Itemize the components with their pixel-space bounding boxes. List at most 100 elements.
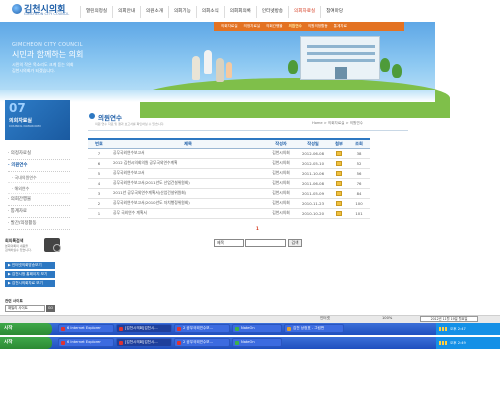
row-title-link[interactable]: 공무국외연수보고서 bbox=[110, 148, 266, 159]
table-row[interactable]: 2 공무국외연수보고서(2010년도 자치행정위원회) 김천시의회 2010-1… bbox=[88, 198, 370, 209]
row-title-link[interactable]: 공무국외연수보고서(2011년도 산업건설위원회) bbox=[110, 178, 266, 189]
row-author: 김천시의회 bbox=[266, 148, 296, 159]
subnav-item[interactable]: 의회자료실 bbox=[218, 24, 241, 29]
search-button[interactable]: 검색 bbox=[288, 239, 302, 247]
row-number: 1 bbox=[88, 208, 110, 219]
taskbar-button-active[interactable]: [김천시의회]김천시... bbox=[116, 324, 172, 333]
tray-icons[interactable] bbox=[439, 341, 448, 345]
sidebar-item[interactable]: · 발간/의정활동 bbox=[8, 218, 70, 230]
taskbar-button-active[interactable]: [김천시의회]김천시... bbox=[116, 338, 172, 347]
sidebar-menu: · 의정자료실 · 의원연수 · 국내의원연수 · 해외연수 · 의회간행물 ·… bbox=[8, 148, 70, 230]
subnav-item[interactable]: 의원의정활동 bbox=[305, 24, 331, 29]
nav-item[interactable]: 의회기능 bbox=[167, 6, 196, 18]
attachment-icon[interactable] bbox=[336, 180, 342, 186]
attachment-icon[interactable] bbox=[336, 200, 342, 206]
nav-item[interactable]: 참여마당 bbox=[320, 6, 348, 18]
taskbar-button-label: 김천 상정표 - 그림판 bbox=[293, 326, 325, 330]
row-date: 2011-05-09 bbox=[296, 188, 330, 199]
row-author: 김천시의회 bbox=[266, 158, 296, 169]
row-title-link[interactable]: 공무 국외연수 계획서 bbox=[110, 208, 266, 219]
attachment-icon[interactable] bbox=[336, 170, 342, 176]
taskbar-button[interactable]: 6 Internet Explorer bbox=[58, 324, 114, 333]
subnav-item[interactable]: 의정자료실 bbox=[241, 24, 264, 29]
subnav-item[interactable]: 의회간행물 bbox=[263, 24, 286, 29]
subnav-item-active[interactable]: 의원연수 bbox=[286, 24, 305, 29]
table-row[interactable]: 4 공무국외연수보고서(2011년도 산업건설위원회) 김천시의회 2011-0… bbox=[88, 178, 370, 189]
sidebar-item[interactable]: · 통계자료 bbox=[8, 206, 70, 218]
row-author: 김천시의회 bbox=[266, 208, 296, 219]
row-title-link[interactable]: 공무국외연수보고서 bbox=[110, 168, 266, 179]
start-button[interactable]: 시작 bbox=[0, 323, 52, 335]
council-logo-icon[interactable] bbox=[12, 4, 22, 14]
table-row[interactable]: 6 2012 김천시의회의원 공무국외연수계획 김천시의회 2012-05-10… bbox=[88, 158, 370, 169]
table-row[interactable]: 3 2011년 공무국외연수계획서(산업건설위원회) 김천시의회 2011-05… bbox=[88, 188, 370, 199]
city-homepage-button[interactable]: ▶ 김천시청 홈페이지 보기 bbox=[5, 271, 55, 278]
tray-clock[interactable]: 오후 2:47 bbox=[450, 327, 466, 331]
sidebar-subitem[interactable]: · 해외연수 bbox=[8, 183, 70, 194]
row-number: 5 bbox=[88, 168, 110, 179]
family-site-go-button[interactable]: GO bbox=[46, 305, 55, 312]
table-row[interactable]: 7 공무국외연수보고서 김천시의회 2012-06-08 38 bbox=[88, 148, 370, 159]
nav-item[interactable]: 의회소식 bbox=[195, 6, 224, 18]
row-title-link[interactable]: 2012 김천시의회의원 공무국외연수계획 bbox=[110, 158, 266, 169]
taskbar-button[interactable]: NateOn bbox=[232, 338, 282, 347]
site-logo-subtitle: GIMCHEON CITY COUNCIL bbox=[24, 12, 70, 16]
nav-item[interactable]: 열린의정실 bbox=[80, 6, 112, 18]
minutes-search-desc: 검색하실수 있습니다. bbox=[5, 248, 32, 252]
nav-item[interactable]: 의회안내 bbox=[112, 6, 140, 18]
sidebar-subitem[interactable]: · 국내의원연수 bbox=[8, 172, 70, 183]
breadcrumb: Home > 의회자료실 > 의원연수 bbox=[312, 121, 363, 125]
training-list-table: 번호 제목 작성자 작성일 첨부 조회 7 공무국외연수보고서 김천시의회 20… bbox=[88, 138, 370, 219]
column-header: 작성자 bbox=[266, 138, 296, 149]
attachment-icon[interactable] bbox=[336, 150, 342, 156]
nav-item[interactable]: 의회회의록 bbox=[223, 6, 256, 18]
sidebar-item[interactable]: · 의회간행물 bbox=[8, 194, 70, 206]
taskbar-button[interactable]: 6 Internet Explorer bbox=[58, 338, 114, 347]
taskbar-button[interactable]: 2 공무국외연수보... bbox=[174, 338, 230, 347]
row-date: 2012-05-10 bbox=[296, 158, 330, 169]
taskbar-button[interactable]: NateOn bbox=[232, 324, 282, 333]
attachment-cell bbox=[330, 198, 348, 209]
nav-item[interactable]: 인터넷방송 bbox=[255, 6, 288, 18]
table-header-row: 번호 제목 작성자 작성일 첨부 조회 bbox=[88, 138, 370, 149]
main-navigation: 열린의정실 의회안내 의원소개 의회기능 의회소식 의회회의록 인터넷방송 의회… bbox=[80, 6, 348, 18]
ie-icon bbox=[61, 341, 65, 345]
nav-item[interactable]: 의원소개 bbox=[140, 6, 168, 18]
row-views: 38 bbox=[348, 148, 370, 159]
zoom-level[interactable]: 100% bbox=[382, 316, 392, 320]
internet-broadcast-button[interactable]: ▶ 인터넷의회방송보기 bbox=[5, 262, 55, 269]
attachment-cell bbox=[330, 148, 348, 159]
magnifier-icon[interactable] bbox=[44, 238, 61, 252]
council-data-button[interactable]: ▶ 김천시의회자료 보기 bbox=[5, 280, 55, 287]
sidebar-item-active[interactable]: · 의원연수 bbox=[8, 160, 70, 172]
sidebar-item[interactable]: · 의정자료실 bbox=[8, 148, 70, 160]
taskbar-button[interactable]: 2 공무국외연수보... bbox=[174, 324, 230, 333]
row-date: 2011-06-08 bbox=[296, 178, 330, 189]
row-title-link[interactable]: 2011년 공무국외연수계획서(산업건설위원회) bbox=[110, 188, 266, 199]
row-number: 2 bbox=[88, 198, 110, 209]
taskbar-button[interactable]: 김천 상정표 - 그림판 bbox=[284, 324, 344, 333]
attachment-icon[interactable] bbox=[336, 190, 342, 196]
table-row[interactable]: 1 공무 국외연수 계획서 김천시의회 2010-10-20 101 bbox=[88, 208, 370, 219]
table-row[interactable]: 5 공무국외연수보고서 김천시의회 2011-10-06 56 bbox=[88, 168, 370, 179]
attachment-cell bbox=[330, 188, 348, 199]
subnav-item[interactable]: 통계자료 bbox=[331, 24, 350, 29]
nav-item-active[interactable]: 의회자료실 bbox=[288, 6, 320, 18]
tray-icons[interactable] bbox=[439, 327, 448, 331]
taskbar-button-label: NateOn bbox=[241, 326, 255, 330]
attachment-icon[interactable] bbox=[336, 160, 342, 166]
search-input[interactable] bbox=[245, 239, 286, 247]
start-button[interactable]: 시작 bbox=[0, 337, 52, 349]
attachment-cell bbox=[330, 158, 348, 169]
pagination-current-page[interactable]: 1 bbox=[256, 226, 259, 231]
tray-clock[interactable]: 오후 2:49 bbox=[450, 341, 466, 345]
row-title-link[interactable]: 공무국외연수보고서(2010년도 자치행정위원회) bbox=[110, 198, 266, 209]
family-site-select[interactable]: 패밀리 사이트 bbox=[5, 305, 45, 312]
row-date: 2010-10-20 bbox=[296, 208, 330, 219]
search-field-select[interactable]: 제목 bbox=[214, 239, 244, 247]
ie-icon bbox=[61, 327, 65, 331]
ie-icon bbox=[177, 341, 181, 345]
ie-icon bbox=[119, 341, 123, 345]
attachment-icon[interactable] bbox=[336, 210, 342, 216]
row-number: 7 bbox=[88, 148, 110, 159]
